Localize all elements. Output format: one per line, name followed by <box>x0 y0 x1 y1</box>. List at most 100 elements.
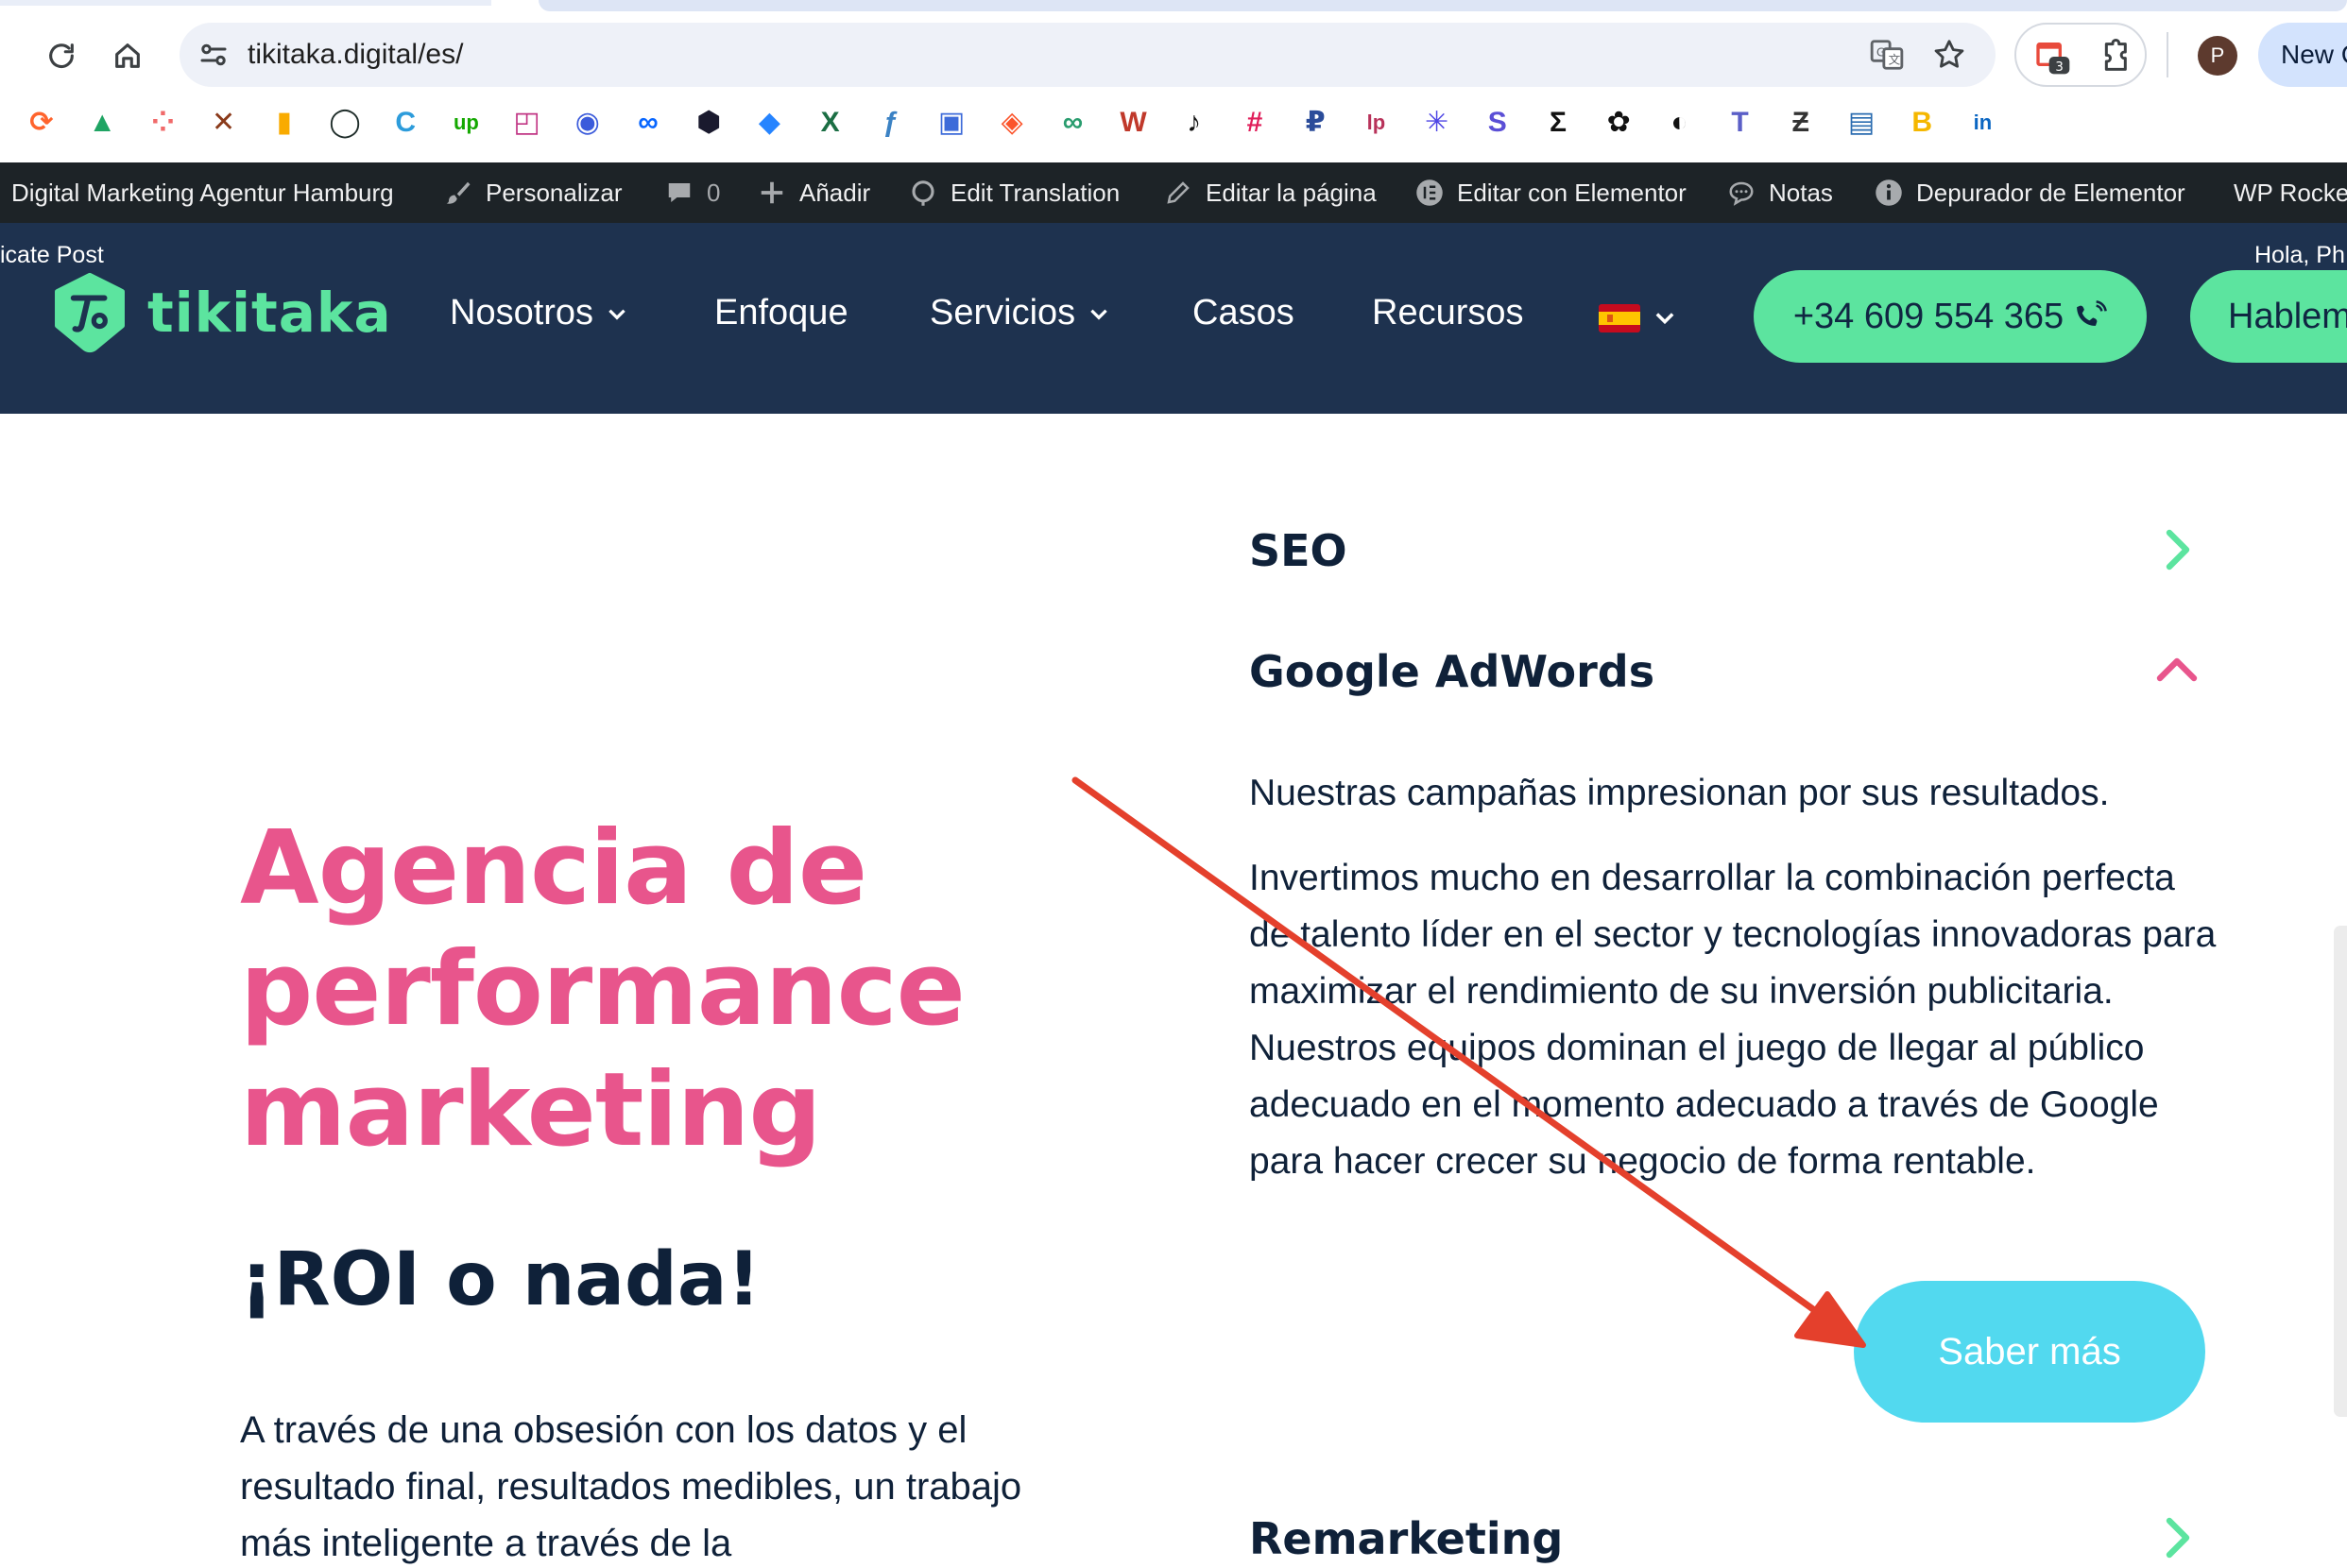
accordion-adwords-title[interactable]: Google AdWords <box>1249 646 1654 697</box>
tiktok-icon[interactable]: ♪ <box>1174 102 1215 144</box>
wp-edit-translation[interactable]: Edit Translation <box>909 162 1120 223</box>
accordion-remarketing-title[interactable]: Remarketing <box>1249 1513 1563 1564</box>
b-app-icon[interactable]: B <box>1901 102 1943 144</box>
analytics-icon[interactable]: ▮ <box>264 102 305 144</box>
clipboard-icon[interactable]: ▣ <box>931 102 972 144</box>
wp-customize[interactable]: Personalizar <box>444 162 623 223</box>
reload-button[interactable] <box>38 32 85 79</box>
wp-add-new[interactable]: Añadir <box>758 162 870 223</box>
address-bar[interactable]: tikitaka.digital/es/ G文 <box>180 23 1996 87</box>
greeting-text[interactable]: Hola, Ph <box>2254 242 2345 269</box>
chevron-down-icon <box>1090 309 1107 320</box>
disc-icon[interactable]: ◐ <box>1658 102 1700 144</box>
docs-icon[interactable]: ▤ <box>1841 102 1882 144</box>
side-panel-edge[interactable] <box>2334 926 2347 1417</box>
meta-icon[interactable]: ∞ <box>627 102 669 144</box>
asana-icon[interactable]: ⁘ <box>142 102 183 144</box>
sigma-icon[interactable]: Σ <box>1537 102 1579 144</box>
chevron-right-icon[interactable] <box>2154 1515 2200 1560</box>
wp-edit-page-label: Editar la página <box>1206 178 1377 207</box>
home-button[interactable] <box>104 32 151 79</box>
menu-servicios[interactable]: Servicios <box>930 293 1111 333</box>
adwords-description: Invertimos mucho en desarrollar la combi… <box>1249 858 2217 1182</box>
calendar-extension-icon[interactable]: 3 <box>2033 38 2071 76</box>
duplicate-post-link[interactable]: icate Post <box>0 242 104 269</box>
wp-site-name[interactable]: Digital Marketing Agentur Hamburg <box>11 162 394 223</box>
brave-icon[interactable]: ◈ <box>991 102 1033 144</box>
menu-enfoque[interactable]: Enfoque <box>714 293 848 333</box>
circle-icon[interactable]: ◯ <box>324 102 366 144</box>
c-app-icon[interactable]: C <box>385 102 426 144</box>
site-settings-icon[interactable] <box>197 38 231 72</box>
slack-icon[interactable]: # <box>1234 102 1276 144</box>
lp-icon[interactable]: lp <box>1355 102 1396 144</box>
semrush-icon[interactable]: ⟳ <box>21 102 62 144</box>
paywise-icon[interactable]: ₽ <box>1294 102 1336 144</box>
tikitaka-logo-icon <box>55 272 125 353</box>
phone-button[interactable]: +34 609 554 365 <box>1754 270 2147 363</box>
url-text[interactable]: tikitaka.digital/es/ <box>248 38 463 72</box>
talk-button[interactable]: Hablem <box>2190 270 2347 363</box>
translate-icon[interactable]: G文 <box>1869 37 1905 73</box>
jira-icon[interactable]: ◆ <box>748 102 790 144</box>
profile-avatar[interactable]: P <box>2198 36 2237 76</box>
upwork-icon[interactable]: up <box>445 102 487 144</box>
wp-notes[interactable]: Notas <box>1727 162 1833 223</box>
plus-icon <box>761 181 783 204</box>
link-icon[interactable]: ∞ <box>1052 102 1093 144</box>
wp-edit-page[interactable]: Editar la página <box>1164 162 1377 223</box>
hero-title: Agencia de performance marketing <box>240 809 977 1171</box>
wp-rocket-label: WP Rocket <box>2234 178 2347 207</box>
language-chevron-down-icon[interactable] <box>1652 304 1678 331</box>
teams-icon[interactable]: T <box>1720 102 1761 144</box>
reload-icon <box>49 43 74 69</box>
menu-nosotros[interactable]: Nosotros <box>450 293 629 333</box>
saber-mas-button[interactable]: Saber más <box>1854 1281 2205 1423</box>
new-chrome-button[interactable]: New C <box>2258 23 2347 87</box>
wp-elementor-debugger[interactable]: Depurador de Elementor <box>1875 162 2185 223</box>
accordion-seo-title[interactable]: SEO <box>1249 525 1347 576</box>
menu-nosotros-label: Nosotros <box>450 293 594 332</box>
linkedin-icon[interactable]: in <box>1962 102 2003 144</box>
bookmark-star-icon[interactable] <box>1931 37 1967 73</box>
wp-notes-label: Notas <box>1769 178 1833 207</box>
asterisk-icon[interactable]: ✳ <box>1416 102 1458 144</box>
x-logo-icon[interactable]: ✕ <box>203 102 245 144</box>
hero-title-line: marketing <box>240 1051 822 1169</box>
f-app-icon[interactable]: ƒ <box>870 102 912 144</box>
menu-casos-label: Casos <box>1192 293 1294 332</box>
site-logo[interactable]: tikitaka <box>49 270 392 355</box>
chevron-up-icon[interactable] <box>2154 646 2200 691</box>
s-app-icon[interactable]: S <box>1477 102 1518 144</box>
menu-recursos[interactable]: Recursos <box>1372 293 1524 333</box>
openai-icon[interactable]: ✿ <box>1598 102 1639 144</box>
z-app-icon[interactable]: Ƶ <box>1780 102 1822 144</box>
phone-icon <box>2077 300 2108 326</box>
excel-icon[interactable]: X <box>810 102 851 144</box>
site-header: icate Post Hola, Ph tikitaka Nosotros En… <box>0 223 2347 414</box>
wp-debugger-label: Depurador de Elementor <box>1916 178 2185 207</box>
talk-button-label: Hablem <box>2228 296 2347 336</box>
instagram-icon[interactable]: ◰ <box>506 102 548 144</box>
puzzle-icon[interactable] <box>2094 38 2132 76</box>
hexagon-icon[interactable]: ⬢ <box>688 102 729 144</box>
translation-icon <box>912 180 934 206</box>
comment-icon <box>668 183 691 202</box>
wp-edit-translation-label: Edit Translation <box>951 178 1121 207</box>
active-tab-edge[interactable] <box>539 0 2347 11</box>
wp-comments[interactable]: 0 <box>665 162 720 223</box>
wp-edit-elementor[interactable]: Editar con Elementor <box>1415 162 1687 223</box>
target-icon[interactable]: ◉ <box>567 102 608 144</box>
menu-recursos-label: Recursos <box>1372 293 1524 332</box>
wp-rocket-menu[interactable]: WP Rocket <box>2234 162 2347 223</box>
w-app-icon[interactable]: W <box>1113 102 1155 144</box>
menu-casos[interactable]: Casos <box>1192 293 1294 333</box>
svg-text:文: 文 <box>1889 53 1901 67</box>
google-drive-icon[interactable]: ▲ <box>81 102 123 144</box>
spain-flag-icon[interactable] <box>1599 304 1640 332</box>
wp-comments-count: 0 <box>707 178 721 207</box>
tab-strip-left <box>0 0 491 6</box>
chevron-right-icon[interactable] <box>2154 527 2200 572</box>
chevron-down-icon <box>608 309 625 320</box>
hero-paragraph: A través de una obsesión con los datos y… <box>240 1409 1022 1564</box>
